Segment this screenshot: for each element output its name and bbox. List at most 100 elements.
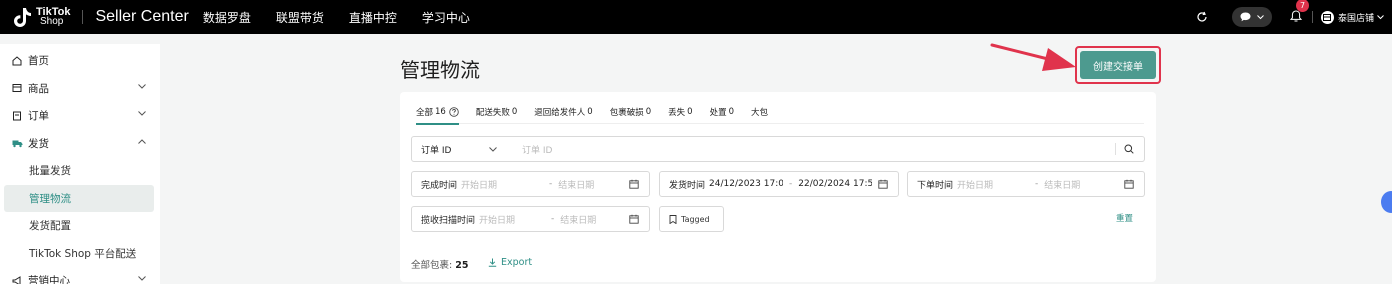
tab-count: 16: [435, 107, 446, 117]
product-icon: [12, 83, 24, 93]
calendar-icon: [629, 179, 639, 189]
top-nav-affiliate[interactable]: 联盟带货: [276, 9, 324, 26]
sidebar-subitem-manage-logistics[interactable]: 管理物流: [4, 184, 154, 212]
tab-large-parcel[interactable]: 大包: [751, 100, 768, 124]
tab-label: 配送失败: [475, 108, 510, 118]
page-title: 管理物流: [400, 58, 480, 82]
sidebar-subitem-bulk-ship[interactable]: 批量发货: [0, 157, 160, 185]
calendar-icon: [629, 214, 639, 224]
tab-disposal[interactable]: 处置 0: [710, 100, 734, 124]
create-handover-button[interactable]: 创建交接单: [1080, 51, 1156, 79]
tagged-filter-button[interactable]: Tagged: [659, 206, 724, 232]
order-icon: [12, 111, 24, 121]
calendar-icon: [878, 179, 888, 189]
status-tabs: 全部 16 配送失败 0 退回给发件人 0 包裹破损 0 丢失 0 处置 0 大…: [416, 100, 1144, 125]
floating-assistant-icon[interactable]: [1381, 191, 1392, 213]
tagged-label: Tagged: [681, 214, 710, 224]
total-label: 全部包裹:: [411, 260, 453, 271]
tab-delivery-failed[interactable]: 配送失败 0: [476, 100, 517, 124]
tab-label: 退回给发件人: [534, 108, 586, 118]
chevron-down-icon: [489, 146, 498, 152]
tab-count: 0: [687, 107, 693, 117]
tab-label: 包裹破损: [609, 108, 644, 118]
order-time-filter[interactable]: 下单时间 开始日期 - 结束日期: [907, 171, 1145, 197]
top-nav: 数据罗盘 联盟带货 直播中控 学习中心: [203, 9, 495, 26]
topbar-divider: [1311, 11, 1313, 23]
start-date-input[interactable]: 24/12/2023 17:0: [709, 179, 783, 189]
home-icon: [12, 56, 24, 66]
sidebar-item-home[interactable]: 首页: [0, 47, 160, 75]
filter-label: 揽收扫描时间: [421, 215, 476, 226]
sidebar-subitem-platform-delivery[interactable]: TikTok Shop 平台配送: [0, 240, 160, 268]
message-button[interactable]: [1231, 7, 1272, 27]
sidebar-item-orders[interactable]: 订单: [0, 102, 160, 130]
chevron-down-icon: [138, 83, 146, 89]
tab-all[interactable]: 全部 16: [416, 100, 459, 125]
start-date-input[interactable]: 开始日期: [461, 178, 543, 191]
chevron-up-icon: [138, 138, 146, 144]
completion-time-filter[interactable]: 完成时间 开始日期 - 结束日期: [411, 171, 650, 197]
truck-icon: [12, 139, 24, 148]
tab-label: 处置: [709, 108, 727, 118]
tab-package-damaged[interactable]: 包裹破损 0: [610, 100, 651, 124]
refresh-icon[interactable]: [1196, 11, 1208, 23]
sidebar-item-shipping[interactable]: 发货: [0, 130, 160, 158]
end-date-input[interactable]: 结束日期: [558, 178, 594, 191]
tab-count: 0: [511, 107, 518, 117]
tab-label: 大包: [751, 108, 769, 118]
sidebar-item-label: 首页: [28, 55, 49, 68]
sidebar-item-label: 商品: [28, 82, 49, 95]
tab-label: 丢失: [668, 108, 686, 118]
filter-label: 完成时间: [421, 180, 458, 191]
tab-count: 0: [728, 107, 735, 117]
search-input[interactable]: 订单 ID: [522, 143, 1115, 156]
end-date-input[interactable]: 22/02/2024 17:5: [798, 179, 872, 189]
top-nav-data-compass[interactable]: 数据罗盘: [203, 9, 251, 26]
top-nav-learning-center[interactable]: 学习中心: [422, 9, 470, 26]
export-button[interactable]: Export: [488, 257, 532, 268]
sidebar-item-label: 订单: [28, 110, 49, 123]
logistics-card: 全部 16 配送失败 0 退回给发件人 0 包裹破损 0 丢失 0 处置 0 大…: [400, 92, 1156, 282]
top-navigation-bar: TikTok Shop Seller Center 数据罗盘 联盟带货 直播中控…: [0, 0, 1392, 34]
sidebar-item-products[interactable]: 商品: [0, 75, 160, 103]
start-date-input[interactable]: 开始日期: [957, 178, 1029, 191]
sidebar-item-marketing[interactable]: 营销中心: [0, 267, 160, 284]
filter-label: 发货时间: [669, 180, 706, 191]
id-type-select[interactable]: 订单 ID: [412, 143, 522, 156]
filter-label: 下单时间: [917, 180, 954, 191]
reset-button[interactable]: 重置: [1116, 212, 1133, 224]
range-separator: -: [789, 179, 793, 189]
range-separator: -: [549, 179, 553, 189]
top-nav-live-control[interactable]: 直播中控: [349, 9, 397, 26]
logo-text-shop: Shop: [40, 16, 64, 27]
bookmark-icon: [669, 214, 677, 224]
search-icon[interactable]: [1124, 144, 1134, 154]
sidebar-item-label: 营销中心: [28, 275, 70, 284]
tab-count: 0: [587, 107, 593, 117]
red-arrow-annotation: [990, 43, 1076, 71]
total-packages: 全部包裹: 25: [411, 257, 468, 271]
chat-icon: [1240, 12, 1251, 22]
chevron-down-icon: [138, 276, 146, 281]
calendar-icon: [1124, 179, 1134, 189]
range-separator: -: [551, 214, 555, 224]
end-date-input[interactable]: 结束日期: [1044, 178, 1080, 191]
sidebar-subitem-shipping-settings[interactable]: 发货配置: [0, 212, 160, 240]
id-type-value: 订单 ID: [421, 145, 452, 156]
pickup-scan-time-filter[interactable]: 揽收扫描时间 开始日期 - 结束日期: [411, 206, 650, 232]
help-icon[interactable]: [449, 107, 459, 117]
notification-badge: 7: [1295, 0, 1309, 12]
shop-selector[interactable]: 泰国店铺: [1320, 10, 1384, 24]
tab-lost[interactable]: 丢失 0: [668, 100, 692, 124]
export-label: Export: [501, 257, 533, 268]
app-name: Seller Center: [95, 8, 189, 25]
tab-returned-to-sender[interactable]: 退回给发件人 0: [534, 100, 592, 124]
search-bar: 订单 ID 订单 ID: [411, 136, 1145, 162]
search-divider: [1115, 143, 1116, 155]
notification-button[interactable]: 7: [1289, 0, 1309, 27]
sidebar: 首页 商品 订单 发货 批量发货 管理物流 发货配置 TikTok Shop 平…: [0, 44, 160, 284]
tiktok-shop-logo[interactable]: TikTok Shop: [12, 6, 70, 28]
end-date-input[interactable]: 结束日期: [560, 213, 596, 226]
ship-time-filter[interactable]: 发货时间 24/12/2023 17:0 - 22/02/2024 17:5: [659, 171, 899, 197]
start-date-input[interactable]: 开始日期: [479, 213, 545, 226]
